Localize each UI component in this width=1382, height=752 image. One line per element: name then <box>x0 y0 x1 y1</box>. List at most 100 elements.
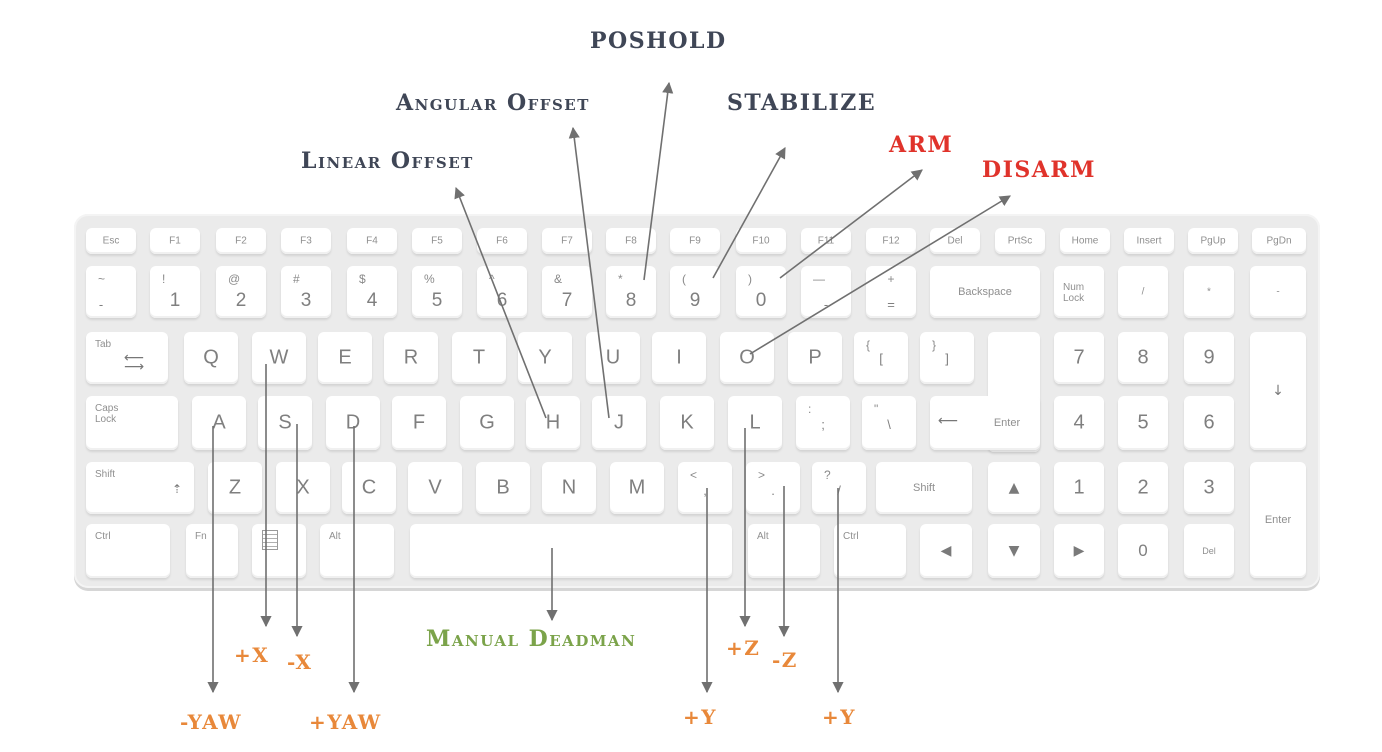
arrow-down-icon: ↓ <box>1272 383 1284 399</box>
key-arrow-up: ▲ <box>988 462 1040 514</box>
key-fn: Fn <box>186 524 238 578</box>
key-home: Home <box>1060 228 1110 254</box>
key-bottom-label: ] <box>945 351 949 366</box>
key-4: $4 <box>347 266 397 318</box>
key-capslock: Caps Lock <box>86 396 178 450</box>
key-label: Y <box>538 346 552 369</box>
key-bottom-label: 7 <box>561 290 573 311</box>
key-label: 7 <box>1073 346 1085 369</box>
key-top-label: * <box>618 272 623 286</box>
menu-icon <box>262 530 278 550</box>
key-num-plus: ↓ <box>1250 332 1306 450</box>
key-label: PgUp <box>1200 235 1226 247</box>
key-w: W <box>252 332 306 384</box>
key-top-label: # <box>293 272 300 286</box>
key-label: F <box>412 411 426 434</box>
key-numlock: Num Lock <box>1054 266 1104 318</box>
key-num-4: 4 <box>1054 396 1104 450</box>
key-f: F <box>392 396 446 450</box>
key-top-label: ! <box>162 272 166 286</box>
label-minus-x: -X <box>287 650 313 674</box>
key-label: 0 <box>1138 541 1148 560</box>
label-arm: ARM <box>889 132 954 158</box>
key-label: R <box>403 346 419 369</box>
key-f8: F8 <box>606 228 656 254</box>
key-label: W <box>269 346 289 369</box>
key-bottom-label: 5 <box>431 290 443 311</box>
key-num-7: 7 <box>1054 332 1104 384</box>
key-num-minus: - <box>1250 266 1306 318</box>
key-bottom-label: 3 <box>300 290 312 311</box>
key-tilde: ~ - <box>86 266 136 318</box>
key-menu <box>252 524 306 578</box>
label-plus-yaw: +YAW <box>309 710 382 734</box>
key-label: F9 <box>689 235 701 247</box>
label-poshold: POSHOLD <box>590 28 727 54</box>
key-top-label: : <box>808 402 812 416</box>
key-top-label: — <box>813 272 825 286</box>
key-label: M <box>628 476 646 499</box>
key-label: 6 <box>1203 411 1215 434</box>
key-label: K <box>680 411 694 434</box>
key-top-label: " <box>874 402 879 416</box>
key-top-label: @ <box>228 272 241 286</box>
key-f9: F9 <box>670 228 720 254</box>
key-label: Ctrl <box>95 531 111 542</box>
key-esc: Esc <box>86 228 136 254</box>
key-j: J <box>592 396 646 450</box>
key-label: N <box>561 476 577 499</box>
key-p: P <box>788 332 842 384</box>
key-num-slash: / <box>1118 266 1168 318</box>
key-num-9: 9 <box>1184 332 1234 384</box>
key-label: X <box>296 476 310 499</box>
key-rbrace: }] <box>920 332 974 384</box>
key-bottom-label: / <box>837 483 841 498</box>
key-c: C <box>342 462 396 514</box>
key-bottom-label: , <box>703 483 707 498</box>
key-3: #3 <box>281 266 331 318</box>
key-bottom-label: 2 <box>235 290 247 311</box>
key-label: Alt <box>757 531 769 542</box>
key-b: B <box>476 462 530 514</box>
key-quote: " \ <box>862 396 916 450</box>
key-label: Tab <box>95 339 112 350</box>
key-label: B <box>496 476 510 499</box>
key-label: PrtSc <box>1007 235 1033 247</box>
key-6: ^ 6 <box>477 266 527 318</box>
shift-arrow-icon: ⇡ <box>172 482 183 496</box>
key-label: I <box>676 346 682 369</box>
arrow-left-icon: ◀ <box>940 543 952 559</box>
key-label: F2 <box>235 235 247 247</box>
label-linear-offset: Linear Offset <box>301 148 474 174</box>
key-f5: F5 <box>412 228 462 254</box>
key-shift-right: Shift <box>876 462 972 514</box>
key-v: V <box>408 462 462 514</box>
key-label: Enter <box>1264 514 1292 526</box>
key-label: Insert <box>1136 235 1162 247</box>
key-num-del: Del <box>1184 524 1234 578</box>
label-stabilize: STABILIZE <box>727 90 877 116</box>
key-del: Del <box>930 228 980 254</box>
arrow-right-icon: ▶ <box>1073 543 1085 559</box>
enter-arrow-icon: ⟵ <box>938 413 959 429</box>
key-f12: F12 <box>866 228 916 254</box>
key-5: % 5 <box>412 266 462 318</box>
key-t: T <box>452 332 506 384</box>
key-shift-left: Shift ⇡ <box>86 462 194 514</box>
key-top-label: ? <box>824 468 831 482</box>
key-d: D <box>326 396 380 450</box>
key-label: 2 <box>1137 476 1149 499</box>
key-z: Z <box>208 462 262 514</box>
key-l: L <box>728 396 782 450</box>
key-label: Shift <box>912 482 935 494</box>
key-bottom-label: 9 <box>689 290 701 311</box>
key-label: F11 <box>817 235 835 247</box>
key-label: Enter <box>993 417 1021 429</box>
keyboard-diagram: Esc F1 F2 F3 F4 F5 F6 F7 F8 F9 F10 F11 F… <box>0 0 1382 752</box>
key-label: 5 <box>1137 411 1149 434</box>
key-label: D <box>345 411 361 434</box>
key-label: F1 <box>169 235 181 247</box>
key-label: U <box>605 346 621 369</box>
key-label: P <box>808 346 822 369</box>
key-tab: Tab ⟵ ⟶ <box>86 332 168 384</box>
